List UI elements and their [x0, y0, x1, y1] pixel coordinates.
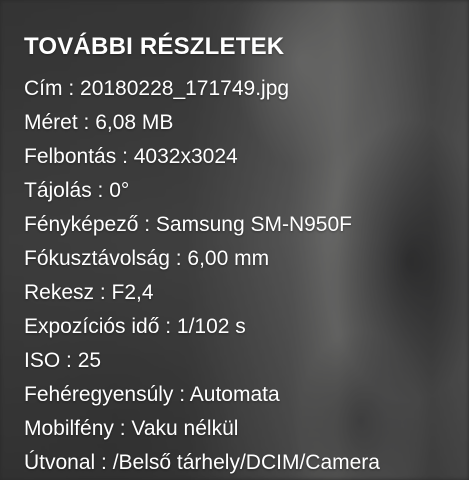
detail-value: 25: [77, 349, 102, 372]
detail-label: Fókusztávolság: [24, 247, 170, 270]
detail-value: 6,08 MB: [95, 111, 174, 134]
detail-label: Útvonal: [24, 451, 96, 474]
detail-value: Automata: [189, 383, 280, 406]
detail-row-aperture: Rekesz : F2,4: [24, 276, 469, 310]
detail-row-resolution: Felbontás : 4032x3024: [24, 140, 469, 174]
detail-separator: :: [62, 77, 81, 100]
detail-separator: :: [138, 213, 156, 236]
detail-row-path: Útvonal : /Belső tárhely/DCIM/Camera: [24, 446, 469, 480]
detail-separator: :: [113, 417, 132, 440]
detail-separator: :: [60, 349, 78, 372]
details-panel: TOVÁBBI RÉSZLETEK Cím : 20180228_171749.…: [24, 30, 469, 480]
detail-label: Fényképező: [24, 213, 139, 236]
detail-label: Tájolás: [24, 179, 92, 202]
detail-separator: :: [159, 315, 177, 338]
detail-label: ISO: [24, 349, 61, 372]
details-screen: TOVÁBBI RÉSZLETEK Cím : 20180228_171749.…: [0, 0, 469, 480]
detail-separator: :: [94, 281, 112, 304]
detail-separator: :: [95, 451, 113, 474]
detail-row-focal-length: Fókusztávolság : 6,00 mm: [24, 242, 469, 276]
detail-separator: :: [77, 111, 96, 134]
detail-label: Mobilfény: [24, 417, 114, 440]
detail-row-white-balance: Fehéregyensúly : Automata: [24, 378, 469, 412]
detail-value: 20180228_171749.jpg: [80, 77, 290, 100]
detail-row-title: Cím : 20180228_171749.jpg: [24, 72, 469, 106]
detail-separator: :: [91, 179, 110, 202]
detail-label: Expozíciós idő: [24, 315, 160, 338]
detail-row-camera: Fényképező : Samsung SM-N950F: [24, 208, 469, 242]
detail-value: 6,00 mm: [187, 247, 270, 270]
detail-label: Fehéregyensúly: [24, 383, 174, 406]
detail-label: Rekesz: [24, 281, 95, 304]
detail-value: 0°: [109, 179, 130, 202]
detail-label: Méret: [24, 111, 78, 134]
detail-row-exposure-time: Expozíciós idő : 1/102 s: [24, 310, 469, 344]
detail-separator: :: [169, 247, 188, 270]
detail-value: Samsung SM-N950F: [155, 213, 352, 236]
detail-separator: :: [116, 145, 134, 168]
detail-row-iso: ISO : 25: [24, 344, 469, 378]
detail-row-size: Méret : 6,08 MB: [24, 106, 469, 140]
detail-row-flash: Mobilfény : Vaku nélkül: [24, 412, 469, 446]
detail-value: Vaku nélkül: [131, 417, 239, 440]
detail-value: 4032x3024: [133, 145, 238, 168]
detail-label: Felbontás: [24, 145, 117, 168]
detail-value: F2,4: [111, 281, 154, 304]
panel-title: TOVÁBBI RÉSZLETEK: [24, 33, 285, 60]
detail-row-orientation: Tájolás : 0°: [24, 174, 469, 208]
detail-label: Cím: [24, 77, 63, 100]
detail-value: /Belső tárhely/DCIM/Camera: [112, 451, 380, 474]
detail-value: 1/102 s: [176, 315, 246, 338]
detail-separator: :: [173, 383, 190, 406]
